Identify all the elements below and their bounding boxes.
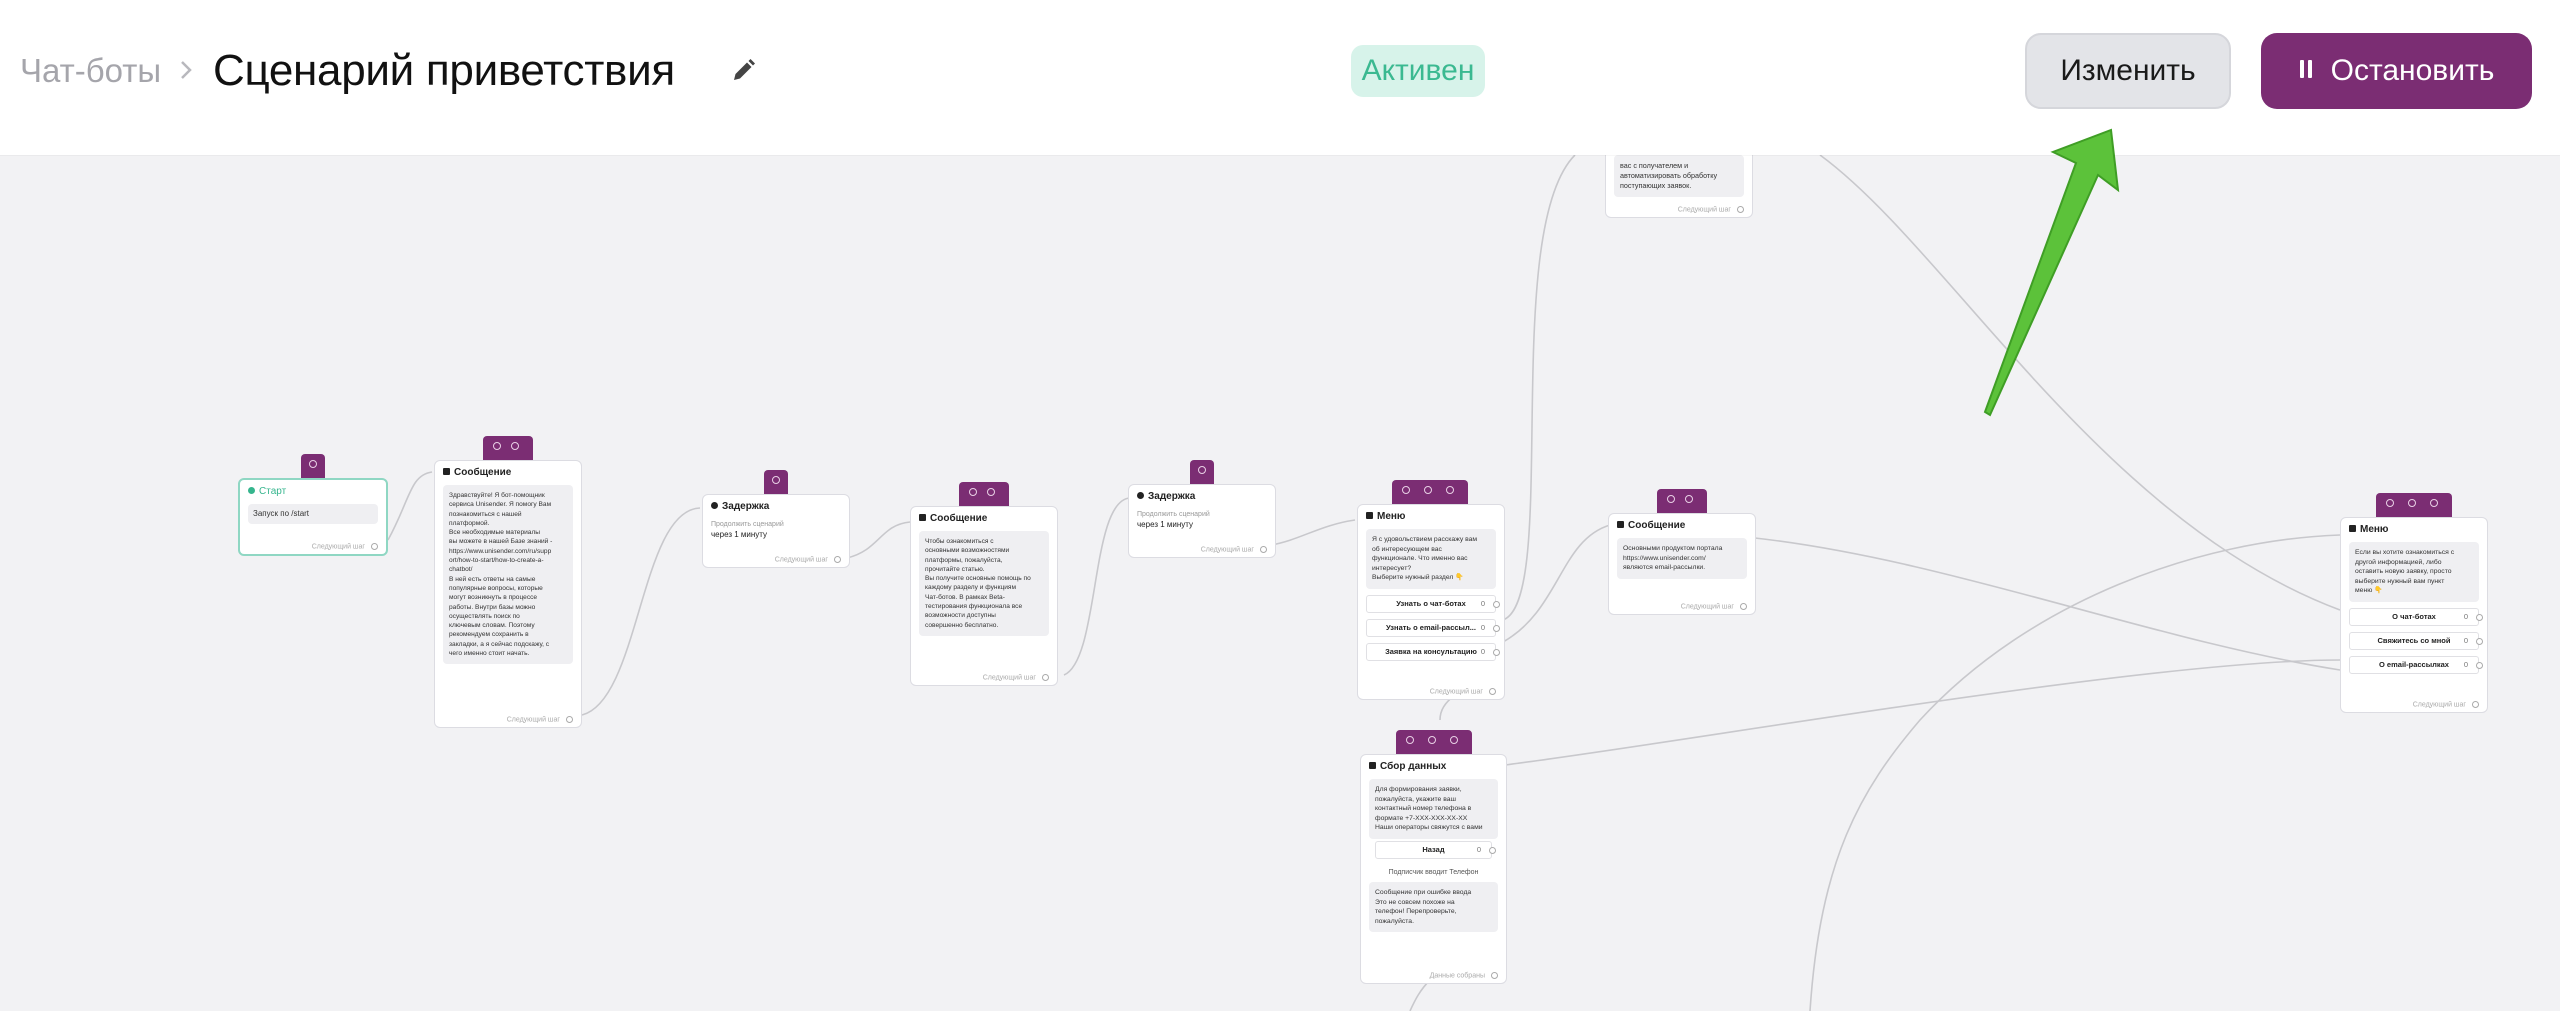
clock-icon: [711, 501, 718, 509]
delay-label: Продолжить сценарий: [1137, 511, 1210, 518]
pencil-icon[interactable]: [728, 56, 758, 86]
delay-label: Продолжить сценарий: [711, 521, 784, 528]
menu-grid-icon: [1366, 511, 1373, 519]
next-step-handle[interactable]: Следующий шаг: [1430, 687, 1496, 695]
next-step-handle[interactable]: Следующий шаг: [983, 673, 1049, 681]
chevron-right-icon: [181, 61, 192, 79]
breadcrumb-chatbots[interactable]: Чат-боты: [20, 52, 161, 90]
clock-icon: [1137, 491, 1144, 499]
node-title: Меню: [2360, 524, 2389, 535]
next-step-handle[interactable]: Следующий шаг: [775, 555, 841, 563]
page-title: Сценарий приветствия: [213, 46, 675, 95]
start-node[interactable]: Старт Запуск по /start Следующий шаг: [238, 478, 388, 556]
message-text: вас с получателем и автоматизировать обр…: [1614, 155, 1744, 197]
delay-value: через 1 минуту: [1137, 520, 1194, 529]
page-header: Чат-боты Сценарий приветствия Активен Из…: [0, 0, 2560, 155]
delay-node[interactable]: Задержка Продолжить сценарий через 1 мин…: [702, 494, 850, 568]
menu-grid-icon: [2349, 524, 2356, 532]
next-step-handle[interactable]: Следующий шаг: [1678, 205, 1744, 213]
message-node[interactable]: Сообщение Здравствуйте! Я бот-помощник с…: [434, 460, 582, 728]
menu-node[interactable]: Меню Я с удовольствием расскажу вам об и…: [1357, 504, 1505, 700]
delay-node[interactable]: Задержка Продолжить сценарий через 1 мин…: [1128, 484, 1276, 558]
stop-button-label: Остановить: [2330, 54, 2495, 87]
input-caption: Подписчик вводит Телефон: [1388, 868, 1479, 876]
menu-button[interactable]: О чат-ботах 0: [2349, 607, 2483, 626]
arrow-left-icon: [1369, 761, 1376, 769]
message-icon: [443, 467, 450, 475]
node-toolbar[interactable]: [959, 482, 1009, 506]
menu-text: Я с удовольствием расскажу вам об интере…: [1366, 529, 1496, 589]
error-text: Сообщение при ошибке ввода Это не совсем…: [1369, 881, 1498, 933]
node-title: Задержка: [722, 501, 770, 512]
message-icon: [919, 513, 926, 521]
next-step-handle[interactable]: Следующий шаг: [1201, 545, 1267, 553]
menu-button[interactable]: Свяжитесь со мной 0: [2349, 631, 2483, 650]
next-step-handle[interactable]: Следующий шаг: [1681, 602, 1747, 610]
next-step-handle[interactable]: Следующий шаг: [507, 715, 573, 723]
message-text: Чтобы ознакомиться с основными возможнос…: [919, 531, 1049, 636]
collect-text: Для формирования заявки, пожалуйста, ука…: [1369, 779, 1498, 839]
node-title: Старт: [259, 486, 287, 497]
next-step-handle[interactable]: Следующий шаг: [312, 542, 378, 550]
start-icon: [248, 486, 255, 494]
menu-text: Если вы хотите ознакомиться с другой инф…: [2349, 542, 2479, 602]
message-text: Основными продуктом портала https://www.…: [1617, 538, 1747, 579]
node-title: Сообщение: [454, 467, 512, 478]
data-collected-handle[interactable]: Данные собраны: [1430, 971, 1498, 979]
edit-button[interactable]: Изменить: [2025, 33, 2231, 109]
node-title: Меню: [1377, 511, 1406, 522]
menu-button[interactable]: Заявка на консультацию 0: [1366, 642, 1500, 661]
next-step-handle[interactable]: Следующий шаг: [2413, 700, 2479, 708]
message-node[interactable]: Сообщение Чтобы ознакомиться с основными…: [910, 506, 1058, 686]
node-title: Сообщение: [1628, 520, 1686, 531]
menu-node[interactable]: Меню Если вы хотите ознакомиться с друго…: [2340, 517, 2488, 713]
pause-icon: [2299, 60, 2313, 79]
node-toolbar[interactable]: [2376, 493, 2452, 517]
node-toolbar[interactable]: [1190, 460, 1214, 484]
menu-button[interactable]: Узнать о чат-ботах 0: [1366, 594, 1500, 613]
node-toolbar[interactable]: [1392, 480, 1468, 504]
message-icon: [1617, 520, 1624, 528]
delay-value: через 1 минуту: [711, 530, 768, 539]
status-badge: Активен: [1351, 45, 1485, 97]
menu-button[interactable]: О email-рассылках 0: [2349, 655, 2483, 674]
stop-button[interactable]: Остановить: [2261, 33, 2532, 109]
message-text: Здравствуйте! Я бот-помощник сервиса Uni…: [443, 485, 573, 665]
node-toolbar[interactable]: [301, 454, 325, 478]
start-trigger: Запуск по /start: [248, 504, 378, 524]
node-toolbar[interactable]: [764, 470, 788, 494]
node-title: Задержка: [1148, 491, 1196, 502]
back-button[interactable]: Назад 0: [1375, 840, 1496, 859]
node-title: Сообщение: [930, 513, 988, 524]
data-collection-node[interactable]: Сбор данных Для формирования заявки, пож…: [1360, 754, 1507, 984]
node-toolbar[interactable]: [1396, 730, 1472, 754]
menu-button[interactable]: Узнать о email-рассыл... 0: [1366, 618, 1500, 637]
node-toolbar[interactable]: [483, 436, 533, 460]
node-toolbar[interactable]: [1657, 489, 1707, 513]
node-title: Сбор данных: [1380, 761, 1447, 772]
message-node[interactable]: Сообщение Основными продуктом портала ht…: [1608, 513, 1756, 615]
